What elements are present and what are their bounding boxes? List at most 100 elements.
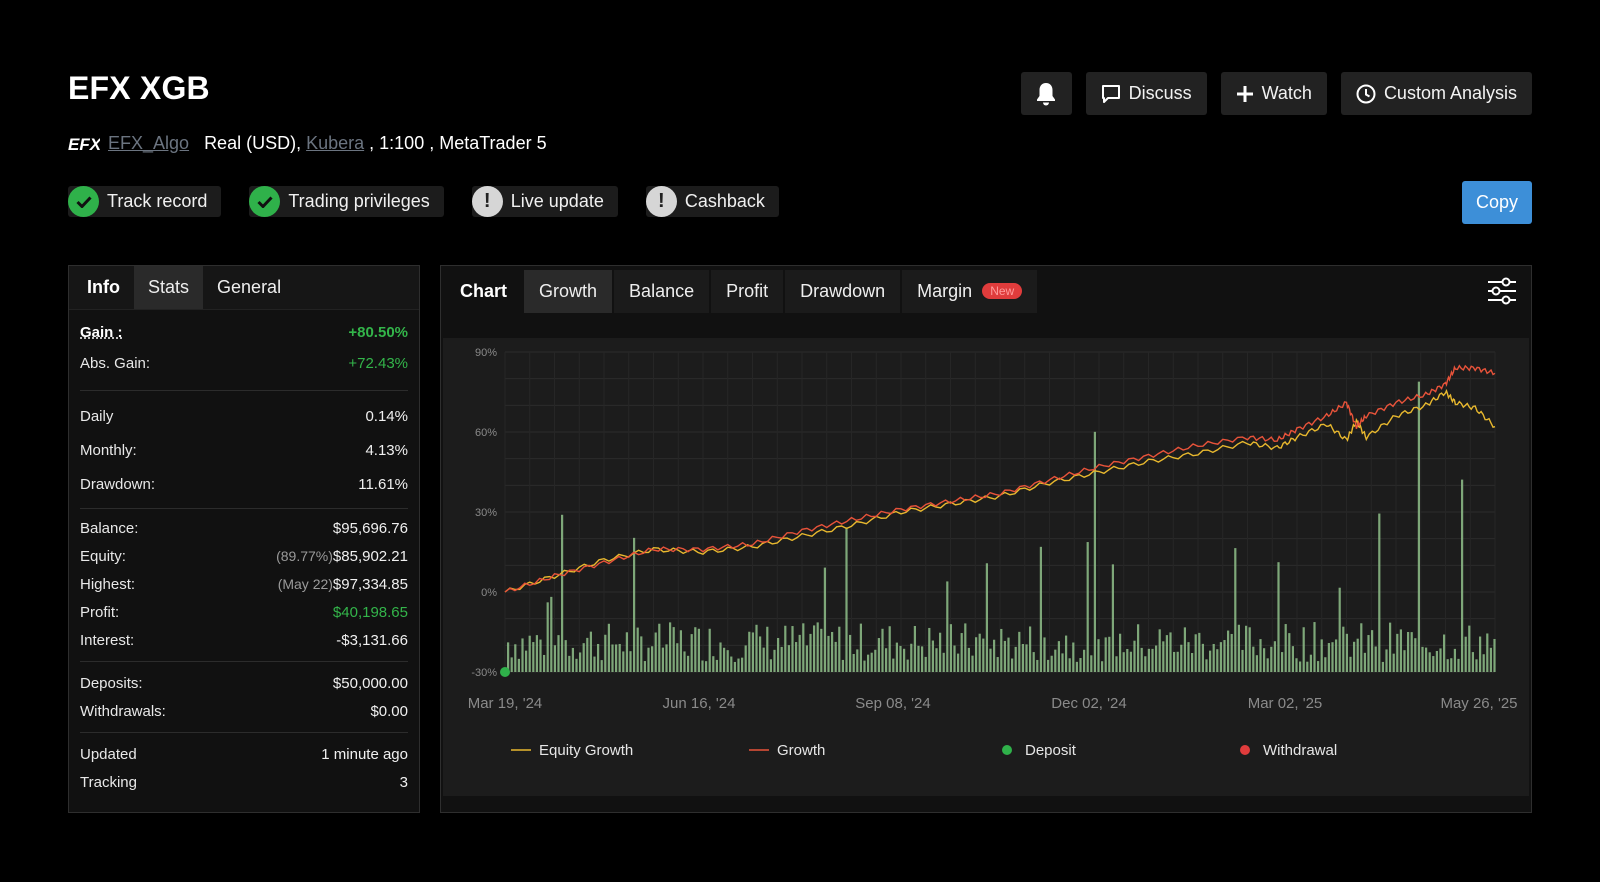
tab-margin[interactable]: Margin New: [902, 269, 1038, 313]
volume-bar: [528, 635, 531, 672]
volume-bar: [863, 660, 866, 672]
volume-bar: [1011, 658, 1014, 672]
volume-bar: [1410, 632, 1413, 672]
volume-bar: [1162, 641, 1165, 672]
volume-bar: [1371, 630, 1374, 672]
volume-bar: [957, 653, 960, 672]
volume-bar: [669, 622, 672, 672]
volume-bar: [931, 640, 934, 672]
volume-bar: [1363, 652, 1366, 672]
volume-bar: [1126, 648, 1129, 672]
volume-bar: [543, 654, 546, 672]
interest-value: -$3,131.66: [336, 631, 408, 649]
highest-date: (May 22): [277, 575, 333, 592]
volume-bar: [719, 642, 722, 672]
volume-bar: [1353, 641, 1356, 672]
volume-bar: [798, 634, 801, 672]
y-axis-ticks: 90% 60% 30% 0% -30%: [471, 347, 497, 679]
broker-link[interactable]: EFX_Algo: [108, 133, 189, 154]
volume-bar: [831, 631, 834, 672]
notifications-button[interactable]: [1020, 72, 1072, 115]
tab-info[interactable]: Info: [73, 266, 134, 309]
volume-bar: [1065, 635, 1068, 672]
volume-bar: [1029, 626, 1032, 672]
volume-bar: [1443, 634, 1446, 672]
server-link[interactable]: Kubera: [306, 133, 364, 154]
volume-bar: [881, 628, 884, 672]
volume-bar: [877, 638, 880, 672]
volume-bar: [1021, 644, 1024, 672]
equity-label: Equity:: [80, 547, 126, 565]
volume-bar: [712, 656, 715, 672]
volume-bar: [1345, 633, 1348, 672]
volume-bar: [1252, 646, 1255, 672]
discuss-button[interactable]: Discuss: [1085, 72, 1207, 115]
volume-bar: [640, 636, 643, 672]
volume-bar: [1230, 633, 1233, 672]
volume-bar: [1083, 649, 1086, 672]
volume-bar: [1479, 636, 1482, 672]
volume-bar: [1047, 659, 1050, 672]
tab-chart[interactable]: Chart: [445, 270, 522, 313]
volume-bar: [921, 646, 924, 672]
leverage-platform: , 1:100 , MetaTrader 5: [369, 133, 547, 153]
volume-bar: [838, 626, 841, 672]
volume-bar: [1270, 646, 1273, 672]
volume-bar: [726, 650, 729, 672]
volume-bar: [1299, 661, 1302, 672]
custom-analysis-button[interactable]: Custom Analysis: [1340, 72, 1532, 115]
highest-value: $97,334.85: [332, 575, 408, 593]
volume-bar: [870, 652, 873, 672]
volume-bar: [715, 659, 718, 672]
badge-track-record: Track record: [68, 186, 222, 217]
volume-bar: [975, 637, 978, 672]
volume-bar: [1306, 661, 1309, 672]
check-icon: [249, 186, 281, 217]
tab-stats[interactable]: Stats: [134, 266, 204, 309]
gain-label[interactable]: Gain :: [80, 324, 123, 341]
tab-profit[interactable]: Profit: [711, 269, 784, 313]
copy-button[interactable]: Copy: [1462, 181, 1532, 224]
volume-bar: [1288, 633, 1291, 672]
volume-bar: [679, 630, 682, 672]
volume-bar: [935, 648, 938, 672]
volume-bar: [1007, 637, 1010, 672]
volume-bar: [1173, 651, 1176, 672]
volume-bar: [816, 622, 819, 672]
deposit-marker: [500, 667, 510, 677]
volume-bar: [913, 625, 916, 672]
plus-icon: [1236, 85, 1253, 102]
volume-bar: [996, 657, 999, 672]
volume-bar: [1155, 645, 1158, 672]
tab-growth[interactable]: Growth: [524, 269, 613, 313]
watch-label: Watch: [1261, 83, 1312, 103]
volume-bar: [661, 647, 664, 672]
volume-bar: [579, 652, 582, 672]
interest-label: Interest:: [80, 631, 135, 649]
volume-bar: [697, 628, 700, 672]
volume-bar: [1453, 648, 1456, 672]
legend-swatch: [1002, 745, 1012, 755]
volume-bar: [949, 624, 952, 672]
tab-drawdown[interactable]: Drawdown: [785, 269, 901, 313]
volume-bar: [1259, 639, 1262, 672]
watch-button[interactable]: Watch: [1220, 72, 1327, 115]
volume-bar: [1273, 641, 1276, 672]
sliders-icon[interactable]: [1487, 277, 1517, 305]
volume-bar: [553, 645, 556, 672]
tab-general[interactable]: General: [203, 266, 295, 309]
volume-bar: [867, 654, 870, 672]
volume-bar: [517, 658, 520, 672]
volume-bar: [823, 567, 826, 672]
check-icon: [68, 186, 99, 217]
legend-label: Withdrawal: [1263, 742, 1337, 759]
volume-bar: [568, 655, 571, 672]
volume-bar: [1414, 638, 1417, 672]
volume-bar: [1086, 542, 1089, 672]
volume-bar: [1050, 655, 1053, 672]
exclamation-icon: !: [645, 186, 677, 217]
volume-bar: [1302, 627, 1305, 672]
deposits-value: $50,000.00: [332, 674, 408, 692]
tab-balance[interactable]: Balance: [614, 269, 710, 313]
updated-label: Updated: [80, 745, 137, 763]
